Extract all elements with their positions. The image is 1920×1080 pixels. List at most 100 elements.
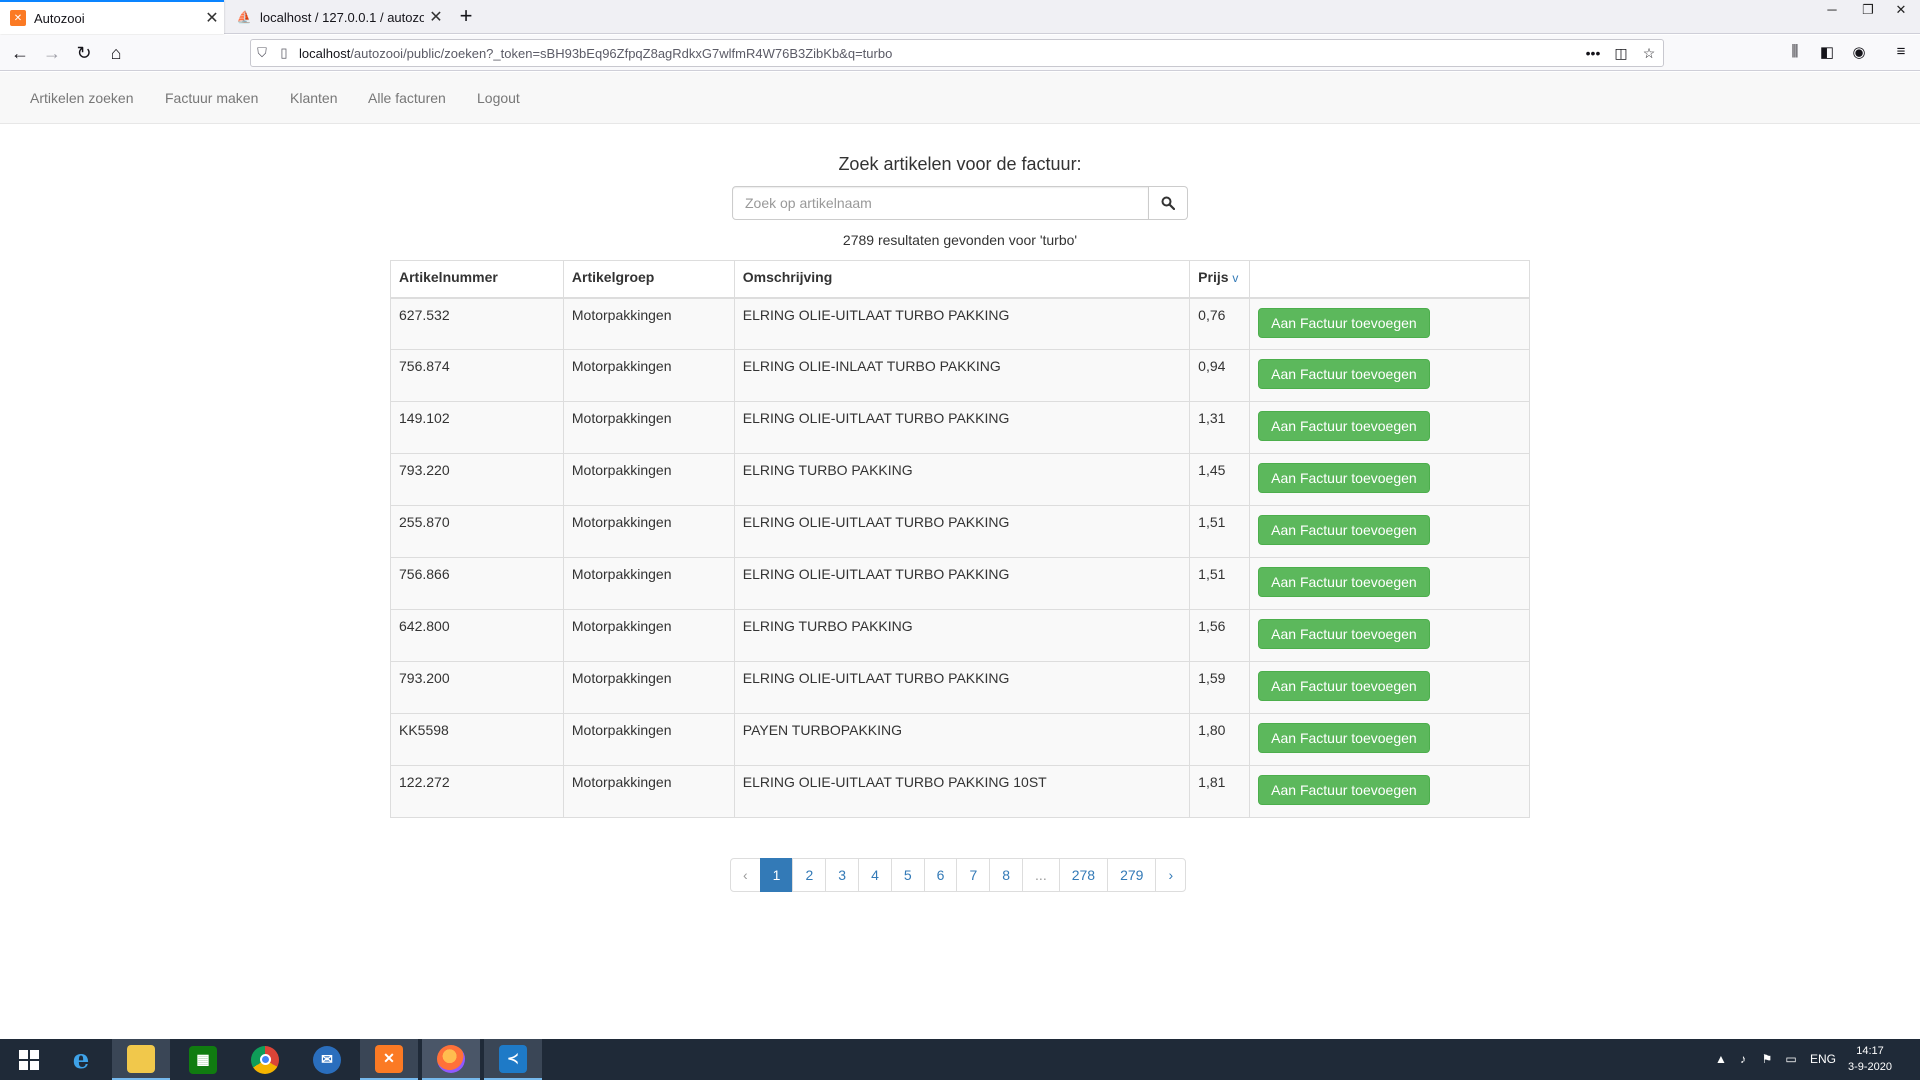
windows-logo-icon	[19, 1049, 39, 1070]
add-to-invoice-button[interactable]: Aan Factuur toevoegen	[1258, 411, 1430, 441]
add-to-invoice-button[interactable]: Aan Factuur toevoegen	[1258, 775, 1430, 805]
cell-omschrijving: ELRING OLIE-UITLAAT TURBO PAKKING	[733, 661, 1191, 714]
clock-time: 14:17	[1856, 1045, 1884, 1057]
pagination: ‹ 1 2 3 4 5 6 7 8... 278 279 ›	[730, 858, 1187, 892]
clock[interactable]: 14:17 3-9-2020	[1840, 1043, 1900, 1075]
add-to-invoice-button[interactable]: Aan Factuur toevoegen	[1258, 515, 1430, 545]
internet-explorer-taskbar[interactable]: e	[52, 1039, 110, 1080]
firefox-taskbar[interactable]	[422, 1039, 480, 1080]
col-prijs[interactable]: Prijs v	[1189, 260, 1251, 299]
back-icon[interactable]: ←	[6, 39, 34, 67]
phpmyadmin-favicon-icon: ⛵	[236, 10, 252, 24]
col-prijs-label: Prijs	[1198, 269, 1229, 285]
pagination-page[interactable]: 4	[858, 858, 892, 892]
cell-prijs: 1,80	[1189, 713, 1251, 766]
home-icon[interactable]: ⌂	[102, 39, 130, 67]
forward-icon[interactable]: →	[38, 39, 66, 67]
action-flag-icon[interactable]: ⚑	[1756, 1039, 1778, 1080]
store-icon: ▦	[189, 1045, 217, 1074]
add-to-invoice-button[interactable]: Aan Factuur toevoegen	[1258, 671, 1430, 701]
start-button[interactable]	[0, 1039, 58, 1080]
add-to-invoice-button[interactable]: Aan Factuur toevoegen	[1258, 567, 1430, 597]
pagination-page[interactable]: 6	[923, 858, 958, 892]
cell-omschrijving: ELRING TURBO PAKKING	[733, 453, 1191, 506]
tab-close-icon[interactable]: ✕	[200, 8, 224, 28]
pagination-page[interactable]: 278	[1058, 858, 1109, 892]
url-text[interactable]: localhost/autozooi/public/zoeken?_token=…	[295, 46, 1579, 61]
vscode-icon: ≺	[499, 1044, 527, 1073]
col-artikelgroep[interactable]: Artikelgroep	[562, 260, 735, 299]
address-bar[interactable]: ⛉ ▯ localhost/autozooi/public/zoeken?_to…	[250, 39, 1664, 67]
browser-tabbar: ✕ Autozooi ✕ ⛵ localhost / 127.0.0.1 / a…	[0, 0, 1920, 34]
table-row: 255.870 Motorpakkingen ELRING OLIE-UITLAAT…	[390, 505, 1530, 558]
cell-prijs: 1,81	[1189, 765, 1251, 818]
nav-logout[interactable]: Logout	[477, 72, 520, 124]
pagination-prev[interactable]: ‹	[730, 858, 761, 892]
pagination-page[interactable]: 8	[989, 858, 1024, 892]
sidebar-icon[interactable]: ◧	[1816, 43, 1838, 65]
nav-factuur-maken[interactable]: Factuur maken	[165, 72, 258, 124]
nav-klanten[interactable]: Klanten	[290, 72, 337, 124]
table-header-row: Artikelnummer Artikelgroep Omschrijving …	[390, 260, 1530, 299]
nav-artikelen-zoeken[interactable]: Artikelen zoeken	[30, 72, 134, 124]
window-close-icon[interactable]: ✕	[1882, 0, 1920, 22]
tab-phpmyadmin[interactable]: ⛵ localhost / 127.0.0.1 / autozooi ✕	[226, 0, 448, 34]
cell-prijs: 0,94	[1189, 349, 1251, 402]
col-artikelnummer[interactable]: Artikelnummer	[390, 260, 564, 299]
file-explorer-taskbar[interactable]	[112, 1039, 170, 1080]
app-navbar: Artikelen zoeken Factuur maken Klanten A…	[0, 72, 1920, 124]
sort-desc-icon[interactable]: v	[1232, 271, 1238, 285]
col-actions	[1249, 260, 1530, 299]
pagination-next[interactable]: ›	[1155, 858, 1187, 892]
pocket-icon[interactable]: ◫	[1607, 45, 1635, 62]
mail-icon: ✉	[313, 1045, 341, 1074]
chrome-taskbar[interactable]	[236, 1039, 294, 1080]
xampp-taskbar[interactable]: ✕	[360, 1039, 418, 1080]
tray-overflow-icon[interactable]: ▲	[1712, 1039, 1730, 1080]
pagination-page[interactable]: 2	[792, 858, 827, 892]
cell-actions: Aan Factuur toevoegen	[1249, 401, 1530, 454]
account-icon[interactable]: ◉	[1848, 43, 1870, 65]
pagination-page[interactable]: 5	[890, 858, 925, 892]
search-input[interactable]	[732, 186, 1149, 220]
url-host: localhost	[299, 45, 351, 61]
cell-omschrijving: ELRING OLIE-UITLAAT TURBO PAKKING	[733, 505, 1191, 558]
cell-prijs: 1,59	[1189, 661, 1251, 714]
cell-omschrijving: ELRING OLIE-UITLAAT TURBO PAKKING	[733, 297, 1191, 350]
pagination-page[interactable]: 1	[759, 858, 794, 892]
add-to-invoice-button[interactable]: Aan Factuur toevoegen	[1258, 619, 1430, 649]
cell-omschrijving: ELRING OLIE-UITLAAT TURBO PAKKING	[733, 557, 1191, 610]
table-row: 793.200 Motorpakkingen ELRING OLIE-UITLAAT…	[390, 661, 1530, 714]
pagination-page[interactable]: 279	[1107, 858, 1157, 892]
nav-alle-facturen[interactable]: Alle facturen	[368, 72, 446, 124]
tab-close-icon[interactable]: ✕	[424, 7, 448, 27]
tab-autozooi[interactable]: ✕ Autozooi ✕	[0, 0, 224, 34]
table-row: 793.220 Motorpakkingen ELRING TURBO PAKKIN…	[390, 453, 1530, 506]
cell-artikelnummer: 255.870	[390, 505, 564, 558]
page-info-icon[interactable]: ▯	[273, 45, 295, 61]
cell-prijs: 1,31	[1189, 401, 1251, 454]
network-icon[interactable]: ▭	[1780, 1039, 1802, 1080]
bookmark-star-icon[interactable]: ☆	[1635, 45, 1663, 62]
tracking-shield-icon[interactable]: ⛉	[251, 45, 273, 61]
volume-icon[interactable]: ♪	[1732, 1039, 1754, 1080]
add-to-invoice-button[interactable]: Aan Factuur toevoegen	[1258, 359, 1430, 389]
language-indicator[interactable]: ENG	[1806, 1039, 1840, 1080]
store-taskbar[interactable]: ▦	[174, 1039, 232, 1080]
add-to-invoice-button[interactable]: Aan Factuur toevoegen	[1258, 723, 1430, 753]
add-to-invoice-button[interactable]: Aan Factuur toevoegen	[1258, 307, 1430, 338]
pagination-page[interactable]: 3	[825, 858, 860, 892]
page-actions-icon[interactable]: •••	[1579, 45, 1607, 61]
cell-artikelnummer: 149.102	[390, 401, 564, 454]
col-omschrijving[interactable]: Omschrijving	[733, 260, 1191, 299]
thunderbird-taskbar[interactable]: ✉	[298, 1039, 356, 1080]
add-to-invoice-button[interactable]: Aan Factuur toevoegen	[1258, 463, 1430, 493]
vscode-taskbar[interactable]: ≺	[484, 1039, 542, 1080]
menu-icon[interactable]: ≡	[1890, 43, 1912, 65]
reload-icon[interactable]: ↻	[70, 39, 98, 67]
new-tab-icon[interactable]: +	[452, 3, 480, 31]
library-icon[interactable]: ⫼	[1784, 43, 1806, 65]
search-button[interactable]	[1149, 186, 1188, 220]
page-content: Artikelen zoeken Factuur maken Klanten A…	[0, 72, 1920, 1039]
pagination-page[interactable]: 7	[956, 858, 991, 892]
